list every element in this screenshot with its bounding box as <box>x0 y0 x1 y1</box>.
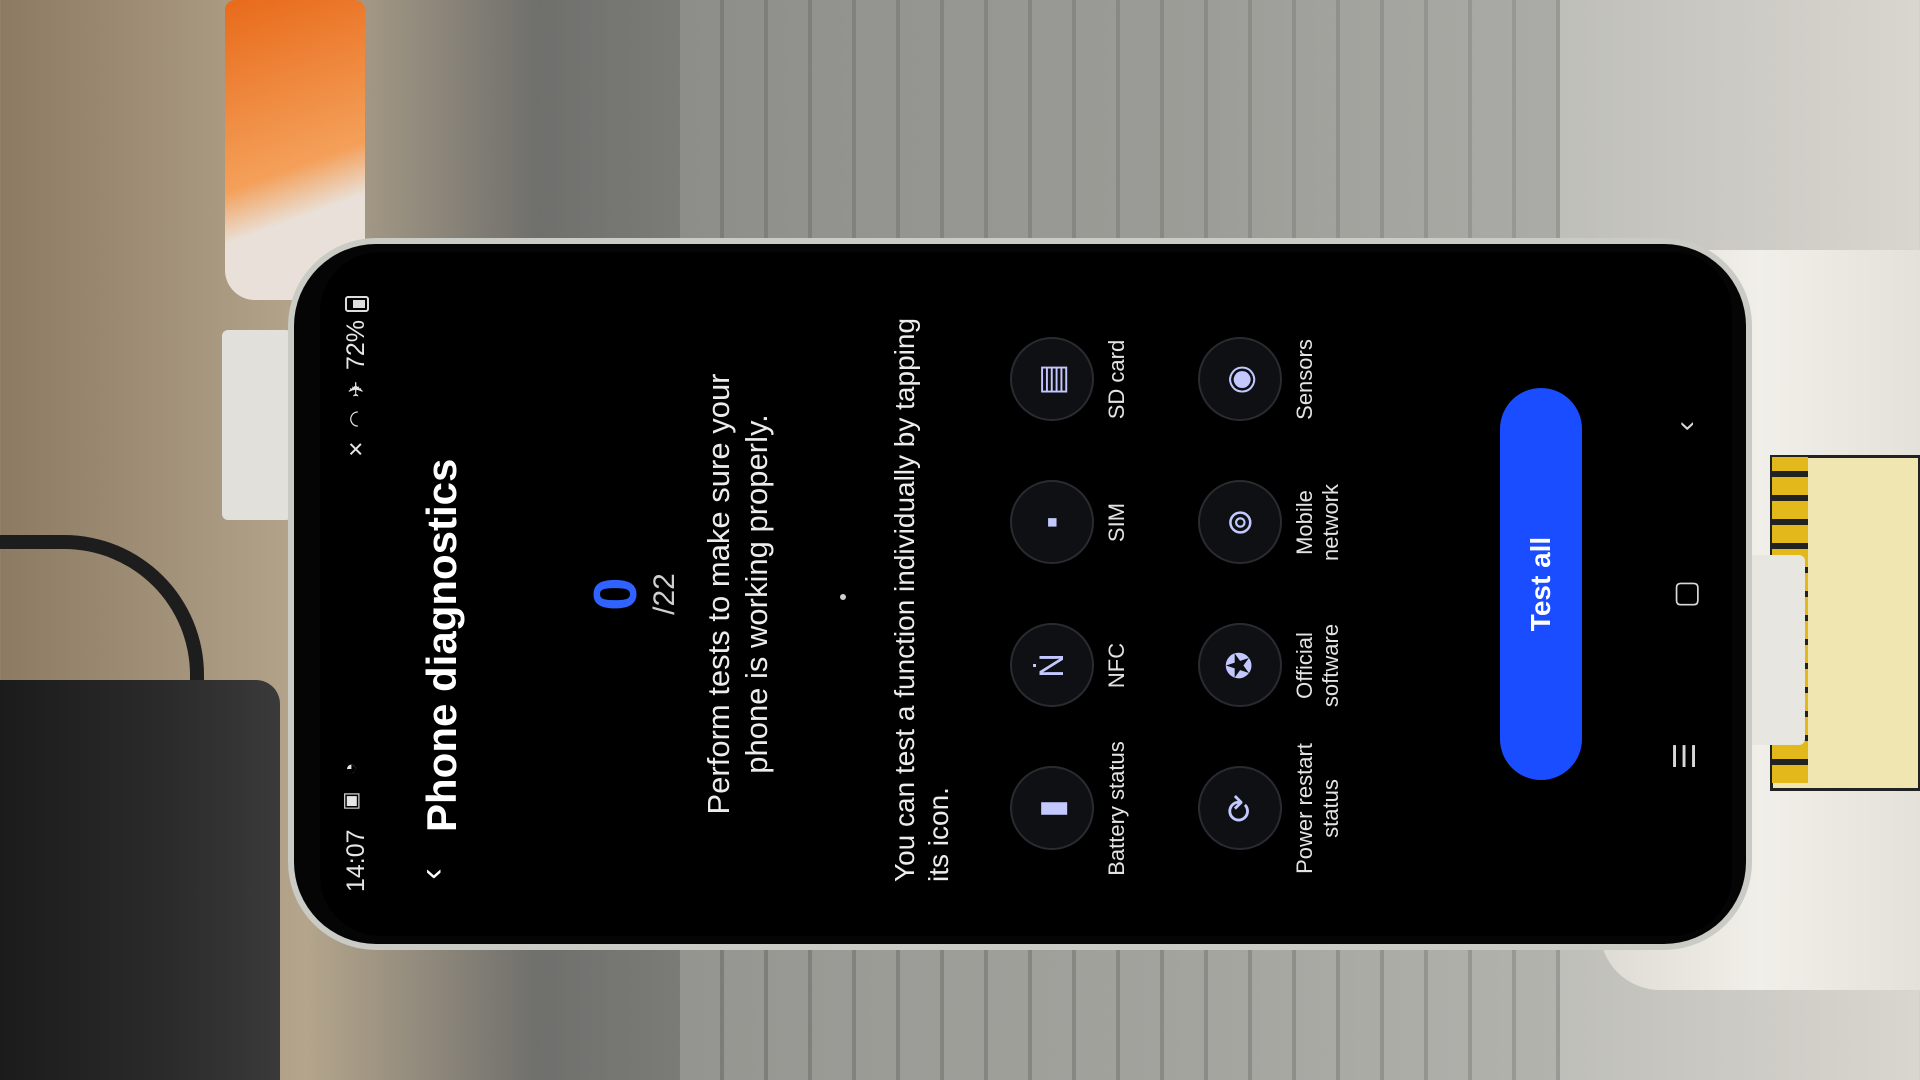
test-nfc[interactable]: Ṅ NFC <box>1010 594 1182 737</box>
diagnostics-score: 0 /22 <box>582 252 682 936</box>
score-value: 0 <box>582 577 649 611</box>
wifi-icon: ◠ <box>345 410 368 428</box>
nav-back-icon[interactable]: ‹ <box>1666 406 1706 446</box>
status-time: 14:07 <box>342 829 370 892</box>
battery-percent: 72% <box>342 320 370 371</box>
phone-clamp-right <box>1745 555 1805 745</box>
power-restart-icon[interactable]: ⟳ <box>1198 766 1282 851</box>
sensors-icon[interactable]: ◉ <box>1198 337 1282 422</box>
mute-icon: ✕ <box>345 440 368 458</box>
status-notification-icons: ▣ ◔ <box>340 758 362 812</box>
intro-text: Perform tests to make sure your phone is… <box>701 373 774 815</box>
test-label: Official software <box>1292 623 1343 708</box>
official-software-icon[interactable]: ✪ <box>1198 623 1282 708</box>
test-sim[interactable]: ▪ SIM <box>1010 451 1182 594</box>
page-indicator-dot <box>840 594 846 600</box>
background-ceiling <box>680 0 1560 240</box>
airplane-mode-icon: ✈ <box>345 380 368 398</box>
status-system-icons: ✕ ◠ ✈ 72% <box>342 296 371 460</box>
test-mobile-network[interactable]: ⊚ Mobile network <box>1198 451 1370 594</box>
test-battery-status[interactable]: ▮ Battery status <box>1010 737 1182 880</box>
back-arrow-icon[interactable]: ‹ <box>410 852 454 896</box>
test-sd-card[interactable]: ▤ SD card <box>1010 308 1182 451</box>
test-label: Sensors <box>1292 339 1317 420</box>
test-all-button[interactable]: Test all <box>1500 388 1582 780</box>
sd-card-icon[interactable]: ▤ <box>1010 337 1094 422</box>
test-power-restart-status[interactable]: ⟳ Power restart status <box>1198 737 1370 880</box>
app-header: ‹ Phone diagnostics <box>382 252 482 936</box>
status-bar: 14:07 ▣ ◔ ✕ ◠ ✈ 72% <box>320 252 382 936</box>
notification-image-icon: ▣ <box>340 791 362 811</box>
battery-icon[interactable]: ▮ <box>1010 766 1094 851</box>
nfc-icon[interactable]: Ṅ <box>1010 623 1094 708</box>
hint-text: You can test a function individually by … <box>889 317 954 882</box>
test-label: SD card <box>1104 339 1129 420</box>
test-sensors[interactable]: ◉ Sensors <box>1198 308 1370 451</box>
mobile-network-icon[interactable]: ⊚ <box>1198 480 1282 565</box>
page-title: Phone diagnostics <box>418 458 465 832</box>
recents-icon[interactable]: ☰ <box>1666 736 1706 776</box>
test-label: NFC <box>1104 642 1129 689</box>
test-label: Power restart status <box>1292 743 1343 874</box>
notification-sync-icon: ◔ <box>340 762 362 776</box>
home-icon[interactable]: ▢ <box>1666 574 1706 614</box>
background-black-block <box>0 680 280 1080</box>
score-total: /22 <box>648 573 681 615</box>
navigation-bar: ☰ ▢ ‹ <box>1636 252 1732 936</box>
test-label: Mobile network <box>1292 483 1343 562</box>
test-grid: ▮ Battery status Ṅ NFC ▪ SIM ▤ SD card ⟳… <box>1010 308 1370 880</box>
phone-clamp-left <box>222 330 292 520</box>
test-label: Battery status <box>1104 741 1129 876</box>
test-official-software[interactable]: ✪ Official software <box>1198 594 1370 737</box>
phone-screen: 14:07 ▣ ◔ ✕ ◠ ✈ 72% ‹ Phone diagnostics … <box>320 252 1732 936</box>
status-battery-icon <box>344 296 369 312</box>
test-label: SIM <box>1104 502 1129 543</box>
sim-icon[interactable]: ▪ <box>1010 480 1094 565</box>
